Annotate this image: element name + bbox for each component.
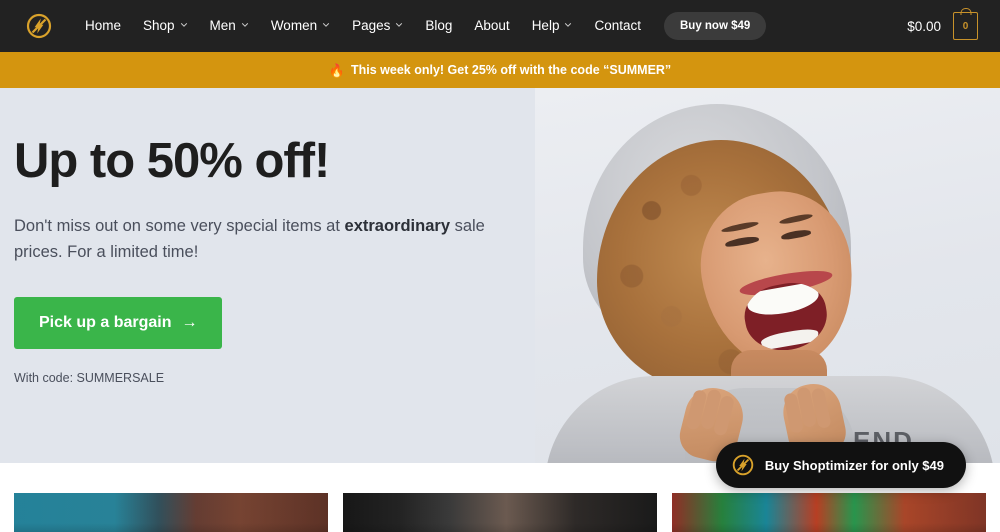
hero-cta-label: Pick up a bargain xyxy=(39,314,172,332)
pick-up-a-bargain-button[interactable]: Pick up a bargain → xyxy=(14,297,223,350)
nav-item-shop[interactable]: Shop xyxy=(132,13,199,39)
nav-label: Home xyxy=(85,18,122,34)
hero-subtitle-part1: Don't miss out on some very special item… xyxy=(14,216,345,235)
main-navbar: Home Shop Men Women Pages Blog About Hel… xyxy=(0,0,1000,52)
hero-photo: END xyxy=(535,88,1000,463)
nav-item-men[interactable]: Men xyxy=(199,13,260,39)
category-card-overlay xyxy=(14,523,328,532)
nav-label: Help xyxy=(531,18,560,34)
category-card-holiday-styles[interactable]: Holiday Styles xyxy=(343,493,657,532)
category-card-overlay xyxy=(343,523,657,532)
category-card-overlay xyxy=(672,523,986,532)
hero-title: Up to 50% off! xyxy=(14,134,330,188)
nav-label: Blog xyxy=(425,18,453,34)
promo-banner[interactable]: 🔥 This week only! Get 25% off with the c… xyxy=(0,52,1000,88)
shopping-bag-icon[interactable]: 0 xyxy=(953,12,978,40)
nav-item-home[interactable]: Home xyxy=(74,13,132,39)
category-card-mens-shirts[interactable]: Men's Shirts xyxy=(14,493,328,532)
nav-item-about[interactable]: About xyxy=(463,13,520,39)
hero-promo-code-note: With code: SUMMERSALE xyxy=(14,371,165,386)
hero-subtitle: Don't miss out on some very special item… xyxy=(14,214,504,265)
lightning-bolt-logo-icon xyxy=(732,454,754,476)
cart-item-count: 0 xyxy=(962,20,969,32)
navbar-cart-area: $0.00 0 xyxy=(907,12,978,40)
nav-label: Shop xyxy=(143,18,175,34)
fire-icon: 🔥 xyxy=(328,62,345,78)
chevron-down-icon xyxy=(180,21,188,29)
chevron-down-icon xyxy=(322,21,330,29)
cart-total-amount: $0.00 xyxy=(907,18,941,34)
promo-banner-text: This week only! Get 25% off with the cod… xyxy=(351,63,672,77)
primary-navigation: Home Shop Men Women Pages Blog About Hel… xyxy=(74,12,767,40)
category-card-winter-fashion[interactable]: Winter Fashion xyxy=(672,493,986,532)
nav-label: Contact xyxy=(594,18,641,34)
chevron-down-icon xyxy=(564,21,572,29)
hero-subtitle-strong: extraordinary xyxy=(344,216,450,235)
nav-label: Women xyxy=(270,18,318,34)
buy-shoptimizer-floating-button[interactable]: Buy Shoptimizer for only $49 xyxy=(715,442,966,488)
nav-item-blog[interactable]: Blog xyxy=(414,13,463,39)
nav-label: Men xyxy=(209,18,236,34)
hero-section: END Up to 50% off! Don't miss out on som… xyxy=(0,88,1000,463)
nav-label: About xyxy=(474,18,510,34)
nav-item-pages[interactable]: Pages xyxy=(341,13,414,39)
buy-now-button[interactable]: Buy now $49 xyxy=(663,12,767,40)
nav-item-help[interactable]: Help xyxy=(521,13,584,39)
page-root: Home Shop Men Women Pages Blog About Hel… xyxy=(0,0,1000,532)
chevron-down-icon xyxy=(395,21,403,29)
nav-item-contact[interactable]: Contact xyxy=(583,13,652,39)
chevron-down-icon xyxy=(241,21,249,29)
nav-item-women[interactable]: Women xyxy=(260,13,341,39)
floating-cta-label: Buy Shoptimizer for only $49 xyxy=(764,457,944,473)
lightning-bolt-logo-icon[interactable] xyxy=(26,13,52,39)
nav-label: Pages xyxy=(352,18,391,34)
hero-copy: Up to 50% off! Don't miss out on some ve… xyxy=(14,134,514,386)
arrow-right-icon: → xyxy=(181,314,198,332)
